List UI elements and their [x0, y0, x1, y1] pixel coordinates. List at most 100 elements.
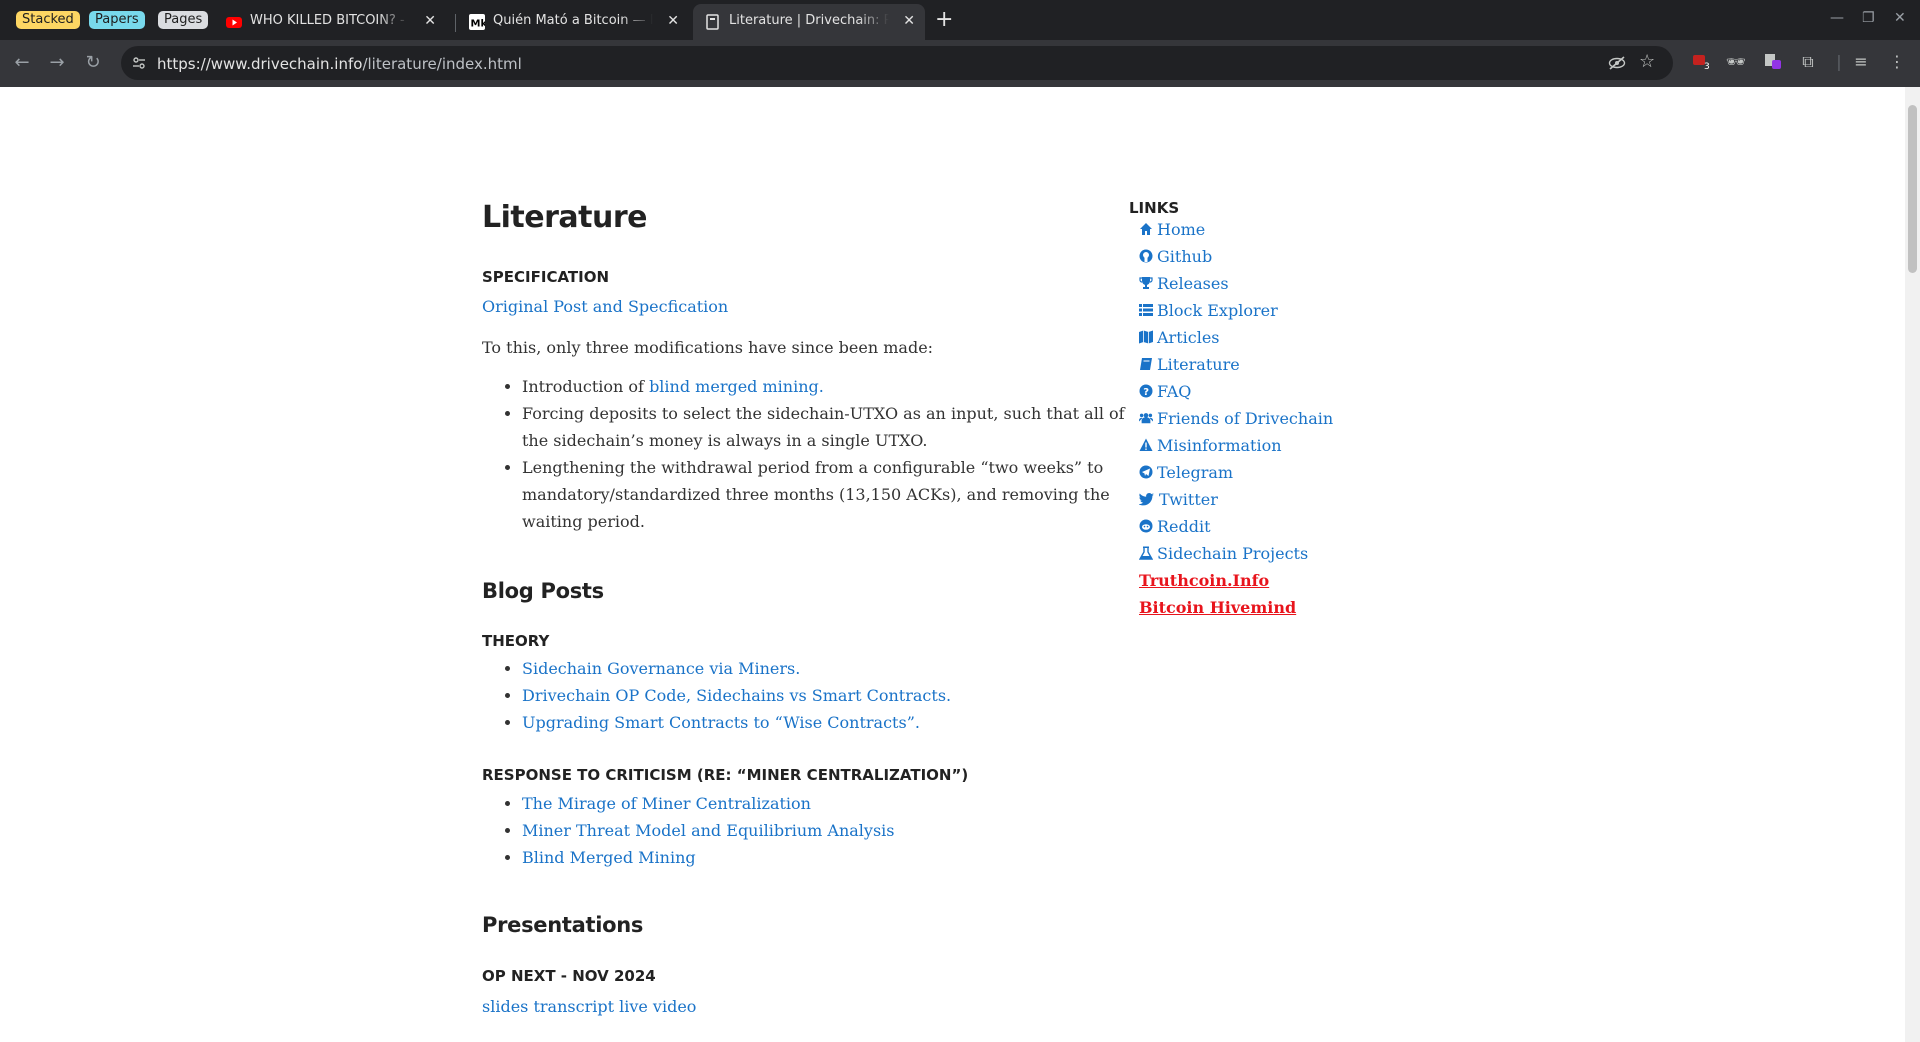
modifications-intro: To this, only three modifications have s…: [482, 338, 934, 357]
bookmark-star-icon[interactable]: ☆: [1639, 51, 1655, 72]
presentations-heading: Presentations: [482, 913, 644, 937]
tab-title: Literature | Drivechain: Pe: [729, 13, 889, 28]
window-close-button[interactable]: ✕: [1894, 10, 1906, 26]
tab-separator: [455, 14, 456, 32]
theory-link[interactable]: Drivechain OP Code, Sidechains vs Smart …: [522, 686, 951, 705]
criticism-link[interactable]: The Mirage of Miner Centralization: [522, 794, 811, 813]
page-title: Literature: [482, 200, 647, 235]
sidebar-item-bitcoin-hivemind[interactable]: Bitcoin Hivemind: [1139, 594, 1333, 621]
twitter-icon: [1139, 493, 1154, 506]
svg-text:?: ?: [1143, 387, 1149, 398]
list-icon: [1139, 304, 1153, 316]
theory-list: Sidechain Governance via Miners. Drivech…: [482, 655, 951, 736]
criticism-link[interactable]: Blind Merged Mining: [522, 848, 696, 867]
theory-heading: THEORY: [482, 632, 550, 650]
eye-off-icon[interactable]: [1608, 55, 1626, 71]
sidebar-item-github[interactable]: Github: [1139, 243, 1333, 270]
close-icon[interactable]: ✕: [667, 13, 679, 29]
reading-list-icon[interactable]: ≡: [1850, 52, 1872, 74]
live-video-link[interactable]: live video: [619, 997, 696, 1016]
menu-kebab-icon[interactable]: ⋮: [1886, 52, 1908, 74]
tab-title: WHO KILLED BITCOIN? - Do: [250, 13, 410, 28]
page-scrollbar[interactable]: [1905, 87, 1920, 1042]
theory-link[interactable]: Upgrading Smart Contracts to “Wise Contr…: [522, 713, 920, 732]
criticism-list: The Mirage of Miner Centralization Miner…: [482, 790, 895, 871]
sidebar-item-literature[interactable]: Literature: [1139, 351, 1333, 378]
sidebar-item-releases[interactable]: Releases: [1139, 270, 1333, 297]
list-item: Introduction of blind merged mining.: [522, 373, 1142, 400]
tab-group-papers[interactable]: Papers: [89, 11, 145, 29]
warning-icon: [1139, 438, 1153, 451]
list-item: Blind Merged Mining: [522, 844, 895, 871]
tab-quien-mato-bitcoin[interactable]: Mk Quién Mató a Bitcoin — Fur ✕: [457, 4, 689, 40]
forward-button[interactable]: →: [46, 52, 68, 74]
url-text[interactable]: https://www.drivechain.info/literature/i…: [157, 55, 522, 73]
tab-title: Quién Mató a Bitcoin — Fur: [493, 13, 653, 28]
back-button[interactable]: ←: [11, 52, 33, 74]
blind-merged-mining-link[interactable]: blind merged mining.: [649, 377, 824, 396]
sidebar-item-sidechain-projects[interactable]: Sidechain Projects: [1139, 540, 1333, 567]
address-bar[interactable]: https://www.drivechain.info/literature/i…: [121, 46, 1673, 80]
theory-link[interactable]: Sidechain Governance via Miners.: [522, 659, 800, 678]
extensions-puzzle-icon[interactable]: ⧉: [1797, 52, 1819, 74]
sidebar-title: LINKS: [1129, 199, 1180, 217]
tab-group-pages[interactable]: Pages: [158, 11, 209, 29]
tab-who-killed-bitcoin[interactable]: WHO KILLED BITCOIN? - Do ✕: [214, 4, 446, 40]
url-host: https://www.drivechain.info: [157, 55, 363, 73]
sidebar-item-twitter[interactable]: Twitter: [1139, 486, 1333, 513]
list-item: Upgrading Smart Contracts to “Wise Contr…: [522, 709, 951, 736]
reddit-icon: [1139, 519, 1153, 533]
minimize-button[interactable]: —: [1830, 10, 1844, 26]
tab-strip: Stacked Papers Pages WHO KILLED BITCOIN?…: [0, 0, 1920, 40]
home-icon: [1140, 223, 1152, 235]
incognito-extension-icon[interactable]: 🕶: [1725, 52, 1747, 74]
tab-group-stacked[interactable]: Stacked: [16, 11, 80, 29]
sidebar-item-truthcoin[interactable]: Truthcoin.Info: [1139, 567, 1333, 594]
medium-icon: Mk: [469, 14, 485, 30]
criticism-heading: RESPONSE TO CRITICISM (RE: “MINER CENTRA…: [482, 766, 969, 784]
sidebar-item-block-explorer[interactable]: Block Explorer: [1139, 297, 1333, 324]
map-icon: [1139, 330, 1153, 344]
svg-text:Mk: Mk: [471, 19, 486, 30]
list-item: The Mirage of Miner Centralization: [522, 790, 895, 817]
site-info-icon[interactable]: [131, 55, 147, 71]
transcript-link[interactable]: transcript: [533, 997, 614, 1016]
extension-icon[interactable]: 3: [1690, 52, 1712, 74]
question-circle-icon: ?: [1139, 384, 1153, 398]
specification-heading: SPECIFICATION: [482, 268, 610, 286]
list-item: Miner Threat Model and Equilibrium Analy…: [522, 817, 895, 844]
telegram-icon: [1139, 465, 1153, 479]
criticism-link[interactable]: Miner Threat Model and Equilibrium Analy…: [522, 821, 895, 840]
sidebar-item-misinformation[interactable]: Misinformation: [1139, 432, 1333, 459]
sidebar-item-friends[interactable]: Friends of Drivechain: [1139, 405, 1333, 432]
page-icon: [706, 14, 719, 30]
sidebar-links: Home Github Releases Block Explorer Arti…: [1139, 216, 1333, 621]
list-item: Sidechain Governance via Miners.: [522, 655, 951, 682]
url-path: /literature/index.html: [362, 55, 522, 73]
list-item: Drivechain OP Code, Sidechains vs Smart …: [522, 682, 951, 709]
flask-icon: [1139, 546, 1153, 560]
scrollbar-thumb[interactable]: [1908, 105, 1917, 273]
restore-button[interactable]: ❐: [1862, 10, 1875, 26]
new-tab-button[interactable]: +: [935, 8, 953, 32]
reload-button[interactable]: ↻: [82, 52, 104, 74]
toolbar-divider: |: [1836, 52, 1842, 71]
close-icon[interactable]: ✕: [424, 13, 436, 29]
book-icon: [1140, 358, 1152, 370]
sidebar-item-telegram[interactable]: Telegram: [1139, 459, 1333, 486]
op-next-heading: OP NEXT - NOV 2024: [482, 967, 656, 985]
sidebar-item-home[interactable]: Home: [1139, 216, 1333, 243]
sidebar-item-articles[interactable]: Articles: [1139, 324, 1333, 351]
sidebar-item-reddit[interactable]: Reddit: [1139, 513, 1333, 540]
original-post-link[interactable]: Original Post and Specfication: [482, 297, 728, 316]
svg-text:3: 3: [1704, 62, 1710, 70]
list-item: Forcing deposits to select the sidechain…: [522, 400, 1142, 454]
sidebar-item-faq[interactable]: ? FAQ: [1139, 378, 1333, 405]
tab-literature-drivechain[interactable]: Literature | Drivechain: Pe ✕: [693, 4, 925, 40]
trophy-icon: [1139, 277, 1153, 289]
close-icon[interactable]: ✕: [903, 13, 915, 29]
slides-link[interactable]: slides: [482, 997, 528, 1016]
modifications-list: Introduction of blind merged mining. For…: [482, 373, 1142, 535]
tab-manager-extension-icon[interactable]: [1762, 52, 1784, 74]
github-icon: [1139, 249, 1153, 263]
